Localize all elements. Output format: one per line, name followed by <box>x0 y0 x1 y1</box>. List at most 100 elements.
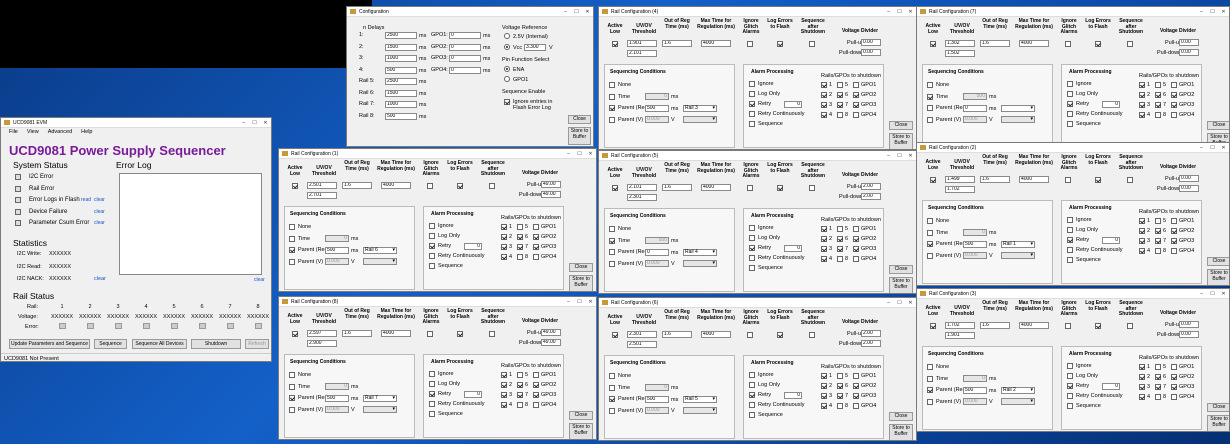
shutdown-rail-checkbox[interactable] <box>1155 228 1161 234</box>
error-log-clear-link[interactable]: clear <box>254 277 265 283</box>
parent-v-input[interactable]: 0.000 <box>325 406 349 413</box>
shutdown-gpo-checkbox[interactable] <box>853 102 859 108</box>
shutdown-rail-checkbox[interactable] <box>837 112 843 118</box>
maximize-button[interactable]: ☐ <box>574 299 585 305</box>
max-reg-input[interactable]: 4000 <box>381 330 411 337</box>
refresh-button[interactable]: Refresh <box>245 339 269 349</box>
time-checkbox[interactable] <box>289 383 295 390</box>
ignore-flash-checkbox[interactable] <box>504 99 510 105</box>
parent-v-checkbox[interactable] <box>289 406 295 413</box>
ignore-checkbox[interactable] <box>429 223 435 229</box>
none-checkbox[interactable] <box>289 224 295 230</box>
none-checkbox[interactable] <box>609 373 615 379</box>
time-checkbox[interactable] <box>289 235 295 242</box>
shutdown-rail-checkbox[interactable] <box>1139 394 1145 400</box>
max-reg-input[interactable]: 4000 <box>1019 40 1049 47</box>
parent-rail-select[interactable]: Rail 1 <box>1001 241 1035 248</box>
retry-checkbox[interactable] <box>429 391 435 397</box>
parent-v-checkbox[interactable] <box>927 116 933 123</box>
shutdown-gpo-checkbox[interactable] <box>533 244 539 250</box>
shutdown-rail-checkbox[interactable] <box>821 403 827 409</box>
store-to-buffer-button[interactable]: Store to Buffer <box>1207 415 1229 431</box>
close-button[interactable]: Close <box>889 121 913 130</box>
retry-checkbox[interactable] <box>429 243 435 249</box>
glitch-checkbox[interactable] <box>1065 323 1071 329</box>
shutdown-rail-checkbox[interactable] <box>821 393 827 399</box>
error-log-box[interactable] <box>119 173 262 275</box>
sequence-checkbox[interactable] <box>1067 121 1073 127</box>
out-of-reg-input[interactable]: 1.6 <box>980 176 1010 183</box>
shutdown-rail-checkbox[interactable] <box>501 372 507 378</box>
retry-count-input[interactable]: 0 <box>784 245 802 252</box>
out-of-reg-input[interactable]: 1.6 <box>662 40 692 47</box>
pulldown-input[interactable]: 49.00 <box>541 191 561 198</box>
pulldown-input[interactable]: 0.00 <box>861 49 881 56</box>
sequence-checkbox[interactable] <box>429 411 435 417</box>
ignore-checkbox[interactable] <box>749 372 755 378</box>
retry-continuously-checkbox[interactable] <box>429 401 435 407</box>
close-button[interactable]: Close <box>889 412 913 421</box>
ignore-checkbox[interactable] <box>1067 363 1073 369</box>
glitch-checkbox[interactable] <box>427 331 433 337</box>
store-to-buffer-button[interactable]: Store to Buffer <box>889 277 913 293</box>
parent-v-select[interactable] <box>1001 116 1035 123</box>
shutdown-rail-checkbox[interactable] <box>1139 364 1145 370</box>
parent-rail-select[interactable]: Rail 4 <box>683 249 717 256</box>
shutdown-rail-checkbox[interactable] <box>1155 238 1161 244</box>
time-checkbox[interactable] <box>609 93 615 100</box>
shutdown-rail-checkbox[interactable] <box>1139 228 1145 234</box>
store-to-buffer-button[interactable]: Store to Buffer <box>889 424 913 440</box>
parent-v-select[interactable] <box>363 258 397 265</box>
pullup-input[interactable]: 0.00 <box>1179 175 1199 182</box>
active-low-checkbox[interactable] <box>930 41 936 47</box>
ignore-checkbox[interactable] <box>1067 81 1073 87</box>
shutdown-gpo-checkbox[interactable] <box>533 372 539 378</box>
parent-v-checkbox[interactable] <box>927 252 933 259</box>
log-only-checkbox[interactable] <box>1067 227 1073 233</box>
shutdown-rail-checkbox[interactable] <box>517 224 523 230</box>
close-button[interactable]: Close <box>1207 257 1229 266</box>
shutdown-rail-checkbox[interactable] <box>1155 82 1161 88</box>
parent-reg-input[interactable]: 500 <box>645 396 669 403</box>
log-errors-checkbox[interactable] <box>457 331 463 337</box>
max-reg-input[interactable]: 4000 <box>701 331 731 338</box>
shutdown-rail-checkbox[interactable] <box>821 246 827 252</box>
shutdown-gpo-checkbox[interactable] <box>853 112 859 118</box>
close-button[interactable]: Close <box>1207 121 1229 130</box>
shutdown-gpo-checkbox[interactable] <box>533 254 539 260</box>
parent-reg-input[interactable]: 0 <box>963 105 987 112</box>
shutdown-rail-checkbox[interactable] <box>837 236 843 242</box>
clear-link[interactable]: clear <box>94 276 106 282</box>
retry-checkbox[interactable] <box>749 245 755 251</box>
store-to-buffer-button[interactable]: Store to Buffer <box>1207 269 1229 285</box>
shutdown-gpo-checkbox[interactable] <box>853 403 859 409</box>
shutdown-rail-checkbox[interactable] <box>517 234 523 240</box>
shutdown-gpo-checkbox[interactable] <box>1171 394 1177 400</box>
sequence-checkbox[interactable] <box>1067 403 1073 409</box>
parent-rail-select[interactable]: Rail 6 <box>363 247 397 254</box>
parent-reg-checkbox[interactable] <box>609 396 615 402</box>
shutdown-rail-checkbox[interactable] <box>1155 384 1161 390</box>
maximize-button[interactable]: ☐ <box>894 153 905 159</box>
shutdown-rail-checkbox[interactable] <box>517 372 523 378</box>
delay-input[interactable]: 1500 <box>385 43 417 51</box>
close-icon[interactable]: ✕ <box>905 300 916 306</box>
delay-input[interactable]: 1000 <box>385 55 417 62</box>
shutdown-rail-checkbox[interactable] <box>517 244 523 250</box>
retry-checkbox[interactable] <box>1067 101 1073 107</box>
parent-rail-select[interactable]: Rail 7 <box>363 395 397 402</box>
retry-count-input[interactable]: 0 <box>1102 101 1120 108</box>
maximize-button[interactable]: ☐ <box>1207 145 1218 151</box>
store-to-buffer-button[interactable]: Store to Buffer <box>569 275 593 291</box>
maximize-button[interactable]: ☐ <box>574 151 585 157</box>
shutdown-rail-checkbox[interactable] <box>837 226 843 232</box>
clear-link[interactable]: clear <box>94 197 105 203</box>
parent-reg-input[interactable]: 0 <box>645 249 669 256</box>
out-of-reg-input[interactable]: 1.6 <box>662 331 692 338</box>
vref-vcc-radio[interactable] <box>504 44 510 50</box>
shutdown-gpo-checkbox[interactable] <box>853 92 859 98</box>
pulldown-input[interactable]: 2.00 <box>861 193 881 200</box>
shutdown-gpo-checkbox[interactable] <box>853 246 859 252</box>
sequence-button[interactable]: Sequence <box>94 339 127 349</box>
retry-checkbox[interactable] <box>1067 383 1073 389</box>
